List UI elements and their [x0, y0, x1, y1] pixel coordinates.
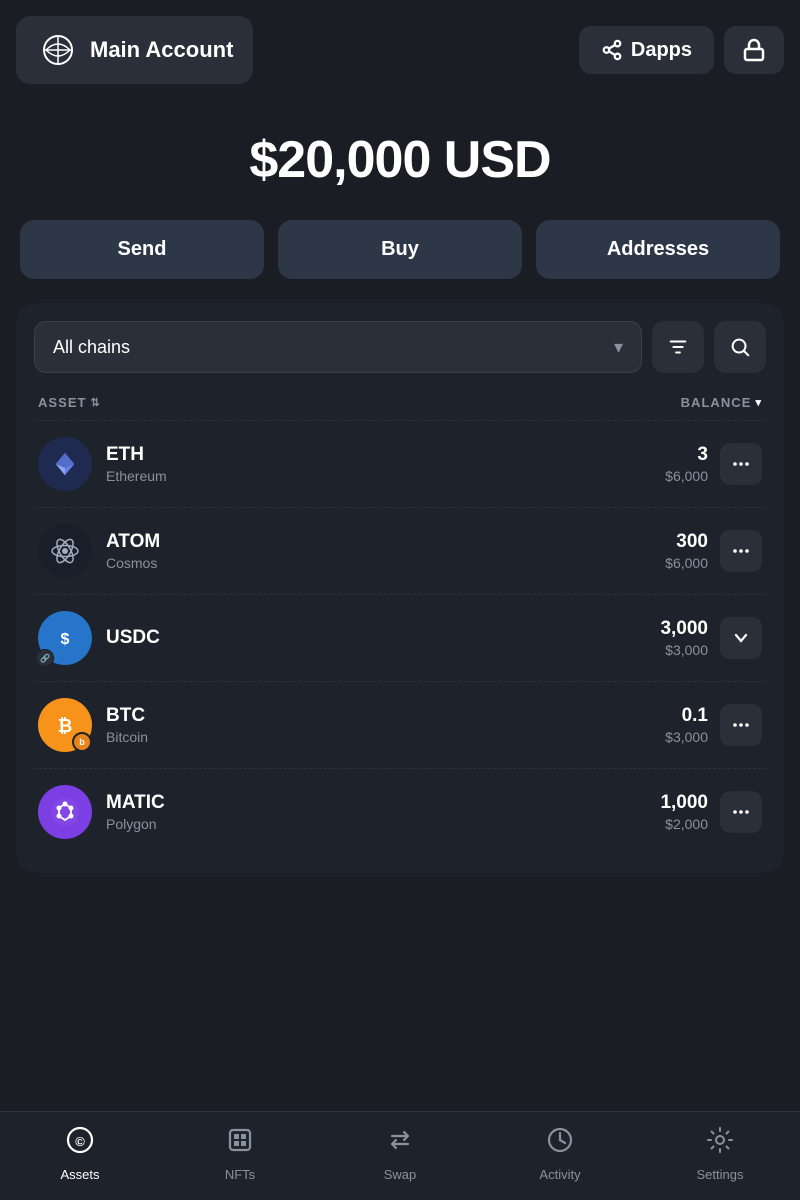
more-dots-icon — [732, 455, 750, 473]
btc-balance: 0.1 $3,000 — [665, 705, 708, 745]
filter-button[interactable] — [652, 321, 704, 373]
activity-nav-label: Activity — [539, 1167, 580, 1182]
asset-sort-icon: ⇅ — [91, 396, 101, 409]
usdc-info: USDC — [106, 627, 660, 649]
atom-icon-wrap — [38, 524, 92, 578]
search-icon — [729, 336, 751, 358]
nav-item-activity[interactable]: Activity — [520, 1126, 600, 1182]
assets-nav-label: Assets — [60, 1167, 99, 1182]
balance-column-header: BALANCE ▾ — [681, 395, 762, 410]
activity-nav-icon — [546, 1126, 574, 1161]
table-row[interactable]: ₿ b BTC Bitcoin 0.1 $3,000 — [34, 681, 766, 768]
table-row[interactable]: MATIC Polygon 1,000 $2,000 — [34, 768, 766, 855]
account-button[interactable]: Main Account — [16, 16, 253, 84]
usdc-link-icon: 🔗 — [36, 649, 54, 667]
account-icon — [36, 28, 80, 72]
nav-item-nfts[interactable]: NFTs — [200, 1126, 280, 1182]
share-icon — [601, 39, 623, 61]
atom-more-button[interactable] — [720, 530, 762, 572]
eth-info: ETH Ethereum — [106, 444, 665, 484]
matic-icon-wrap — [38, 785, 92, 839]
svg-text:$: $ — [61, 631, 70, 648]
assets-panel: All chains ▾ ASSET ⇅ BALANCE ▾ — [16, 303, 784, 873]
usdc-expand-button[interactable] — [720, 617, 762, 659]
send-button[interactable]: Send — [20, 220, 264, 279]
eth-icon-wrap — [38, 437, 92, 491]
account-label: Main Account — [90, 37, 233, 63]
chevron-down-icon: ▾ — [614, 337, 623, 358]
nav-item-assets[interactable]: © Assets — [40, 1126, 120, 1182]
balance-section: $20,000 USD — [0, 100, 800, 210]
eth-icon — [38, 437, 92, 491]
nav-item-settings[interactable]: Settings — [680, 1126, 760, 1182]
settings-nav-label: Settings — [697, 1167, 744, 1182]
matic-icon — [38, 785, 92, 839]
table-row[interactable]: ATOM Cosmos 300 $6,000 — [34, 507, 766, 594]
table-row[interactable]: ETH Ethereum 3 $6,000 — [34, 420, 766, 507]
asset-column-header: ASSET ⇅ — [38, 395, 101, 410]
filter-icon — [667, 336, 689, 358]
chain-filter-row: All chains ▾ — [34, 321, 766, 373]
action-buttons: Send Buy Addresses — [0, 210, 800, 303]
nfts-nav-icon — [226, 1126, 254, 1161]
lock-button[interactable] — [724, 26, 784, 74]
more-dots-icon — [732, 803, 750, 821]
nav-item-swap[interactable]: Swap — [360, 1126, 440, 1182]
assets-nav-icon: © — [66, 1126, 94, 1161]
buy-button[interactable]: Buy — [278, 220, 522, 279]
usdc-balance: 3,000 $3,000 — [660, 618, 708, 658]
eth-balance: 3 $6,000 — [665, 444, 708, 484]
btc-icon-wrap: ₿ b — [38, 698, 92, 752]
swap-nav-icon — [386, 1126, 414, 1161]
btc-chain-badge: b — [72, 732, 92, 752]
atom-info: ATOM Cosmos — [106, 531, 665, 571]
balance-amount: $20,000 USD — [20, 130, 780, 190]
svg-text:₿: ₿ — [58, 716, 73, 736]
balance-sort-icon: ▾ — [755, 396, 762, 409]
search-button[interactable] — [714, 321, 766, 373]
table-row[interactable]: $ 3 🔗 USDC 3,000 $3,000 — [34, 594, 766, 681]
dapps-label: Dapps — [631, 39, 692, 62]
btc-info: BTC Bitcoin — [106, 705, 665, 745]
matic-info: MATIC Polygon — [106, 792, 660, 832]
btc-more-button[interactable] — [720, 704, 762, 746]
usdc-icon-wrap: $ 3 🔗 — [38, 611, 92, 665]
atom-balance: 300 $6,000 — [665, 531, 708, 571]
settings-nav-icon — [706, 1126, 734, 1161]
table-header: ASSET ⇅ BALANCE ▾ — [34, 389, 766, 420]
matic-balance: 1,000 $2,000 — [660, 792, 708, 832]
eth-more-button[interactable] — [720, 443, 762, 485]
chevron-down-icon — [732, 629, 750, 647]
more-dots-icon — [732, 542, 750, 560]
matic-more-button[interactable] — [720, 791, 762, 833]
more-dots-icon — [732, 716, 750, 734]
chain-selector-label: All chains — [53, 337, 130, 358]
atom-icon — [38, 524, 92, 578]
swap-nav-label: Swap — [384, 1167, 417, 1182]
header-right-buttons: Dapps — [579, 26, 784, 74]
nfts-nav-label: NFTs — [225, 1167, 255, 1182]
bottom-navigation: © Assets NFTs Swap — [0, 1111, 800, 1200]
dapps-button[interactable]: Dapps — [579, 26, 714, 74]
chain-selector[interactable]: All chains ▾ — [34, 321, 642, 373]
svg-text:©: © — [75, 1134, 85, 1149]
addresses-button[interactable]: Addresses — [536, 220, 780, 279]
lock-icon — [742, 38, 766, 62]
header: Main Account Dapps — [0, 0, 800, 100]
